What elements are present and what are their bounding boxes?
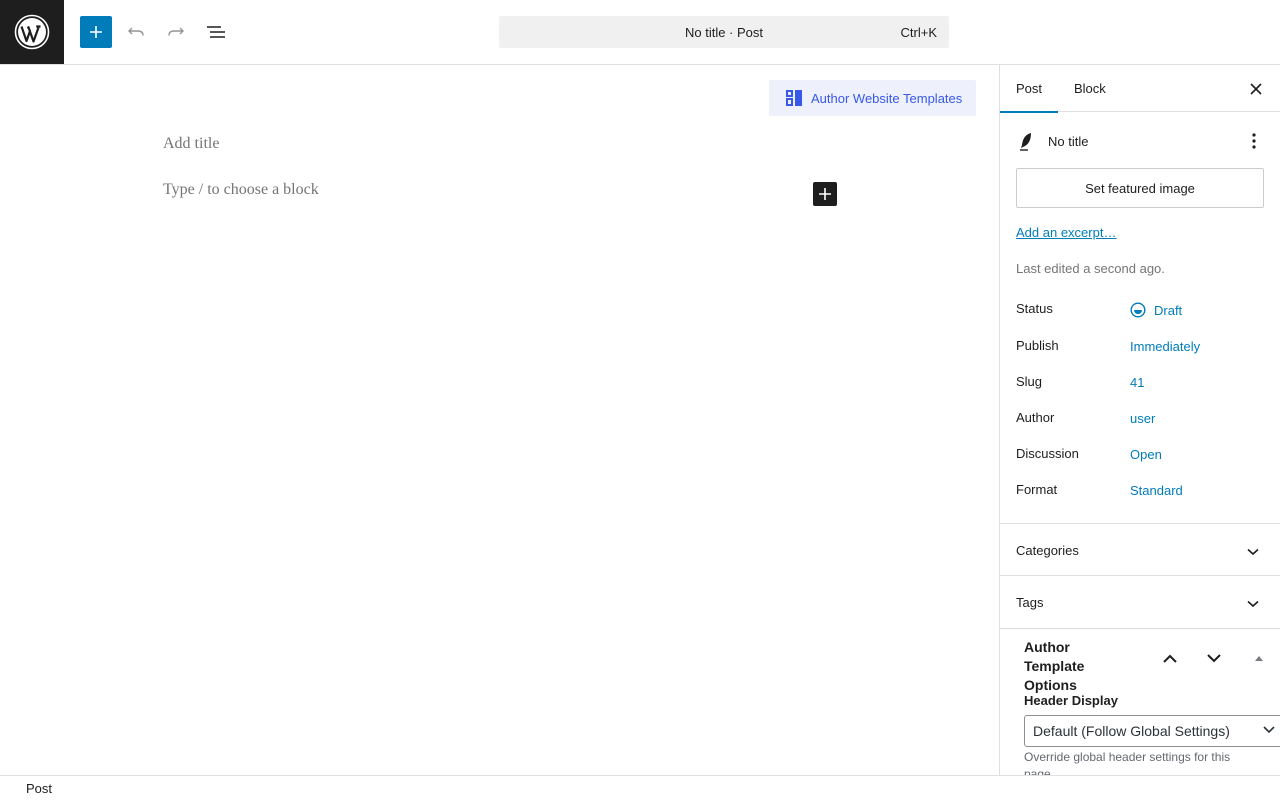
- author-toggle[interactable]: user: [1130, 411, 1155, 426]
- meta-label: Format: [1016, 482, 1058, 497]
- templates-button-label: Author Website Templates: [811, 90, 963, 106]
- wordpress-logo-icon[interactable]: [0, 0, 64, 64]
- meta-row-format: Format Standard: [1016, 482, 1266, 506]
- tab-post[interactable]: Post: [1000, 65, 1059, 113]
- triangle-up-icon: [1255, 656, 1263, 661]
- meta-label: Slug: [1016, 374, 1043, 389]
- post-summary-title: No title: [1048, 133, 1089, 149]
- shortcut-hint: Ctrl+K: [900, 25, 937, 40]
- chevron-down-icon: [1263, 720, 1275, 750]
- panel-title: Categories: [1016, 543, 1079, 558]
- meta-box-title: Author Template Options: [1024, 639, 1085, 693]
- block-placeholder[interactable]: Type / to choose a block: [163, 181, 319, 199]
- meta-label: Publish: [1016, 338, 1059, 353]
- meta-label: Discussion: [1016, 446, 1079, 461]
- header-display-label: Header Display: [1024, 693, 1118, 708]
- tab-block[interactable]: Block: [1058, 65, 1122, 112]
- meta-row-author: Author user: [1016, 410, 1266, 434]
- redo-icon: [168, 27, 184, 36]
- post-title-input[interactable]: Add title: [163, 135, 219, 153]
- breadcrumb[interactable]: Post: [26, 781, 52, 796]
- meta-label: Status: [1016, 301, 1053, 316]
- header-display-help: Override global header settings for this…: [1024, 750, 1231, 775]
- inline-block-inserter-button[interactable]: [813, 182, 837, 206]
- status-toggle[interactable]: Draft: [1130, 302, 1182, 318]
- document-title: No title · Post: [684, 24, 764, 40]
- list-view-icon: [207, 26, 225, 38]
- set-featured-image-button[interactable]: Set featured image: [1016, 168, 1264, 208]
- header-display-select[interactable]: Default (Follow Global Settings): [1024, 715, 1280, 747]
- last-edited-text: Last edited a second ago.: [1016, 261, 1165, 276]
- editor-header: No title · Post Ctrl+K: [0, 0, 1280, 65]
- move-down-button[interactable]: [1202, 646, 1226, 670]
- settings-sidebar: Post Block No title Set featured image A…: [999, 65, 1280, 775]
- panel-title: Tags: [1016, 595, 1044, 610]
- redo-button[interactable]: [160, 16, 192, 48]
- select-value: Default (Follow Global Settings): [1033, 723, 1230, 739]
- draft-status-icon: [1130, 302, 1146, 318]
- plus-icon: [90, 26, 102, 38]
- list-view-button[interactable]: [200, 16, 232, 48]
- sidebar-tabs: Post Block: [1000, 65, 1280, 113]
- format-toggle[interactable]: Standard: [1130, 483, 1183, 498]
- block-inserter-button[interactable]: [80, 16, 112, 48]
- author-template-options-box: Author Template Options Header Display D…: [1000, 628, 1280, 775]
- author-website-templates-button[interactable]: Author Website Templates: [769, 80, 976, 116]
- undo-icon: [128, 27, 144, 36]
- chevron-down-icon: [1207, 653, 1221, 662]
- discussion-toggle[interactable]: Open: [1130, 447, 1162, 462]
- templates-grid-icon: [786, 90, 802, 106]
- undo-button[interactable]: [120, 16, 152, 48]
- plus-icon: [819, 188, 831, 200]
- tags-panel[interactable]: Tags: [1000, 575, 1280, 627]
- close-sidebar-button[interactable]: [1244, 77, 1268, 101]
- chevron-down-icon: [1241, 592, 1265, 616]
- publish-date-toggle[interactable]: Immediately: [1130, 339, 1200, 354]
- meta-value: Draft: [1154, 302, 1183, 318]
- meta-row-status: Status Draft: [1016, 301, 1266, 325]
- slug-toggle[interactable]: 41: [1130, 375, 1144, 390]
- meta-row-slug: Slug 41: [1016, 374, 1266, 398]
- editor-footer: Post: [0, 775, 1280, 800]
- chevron-up-icon: [1163, 654, 1177, 663]
- close-icon: [1250, 83, 1262, 95]
- categories-panel[interactable]: Categories: [1000, 523, 1280, 575]
- meta-row-discussion: Discussion Open: [1016, 446, 1266, 470]
- feather-icon: [1020, 133, 1031, 151]
- command-palette-bar[interactable]: No title · Post Ctrl+K: [499, 16, 949, 48]
- post-actions-button[interactable]: [1242, 129, 1266, 153]
- move-up-button[interactable]: [1158, 646, 1182, 670]
- chevron-down-icon: [1241, 540, 1265, 564]
- add-excerpt-link[interactable]: Add an excerpt…: [1016, 225, 1116, 240]
- toggle-panel-button[interactable]: [1247, 646, 1271, 670]
- editor-canvas: Author Website Templates Add title Type …: [0, 65, 999, 775]
- meta-row-publish: Publish Immediately: [1016, 338, 1266, 362]
- more-vertical-icon: [1252, 133, 1256, 149]
- meta-label: Author: [1016, 410, 1055, 425]
- post-summary-header: No title: [1016, 129, 1266, 153]
